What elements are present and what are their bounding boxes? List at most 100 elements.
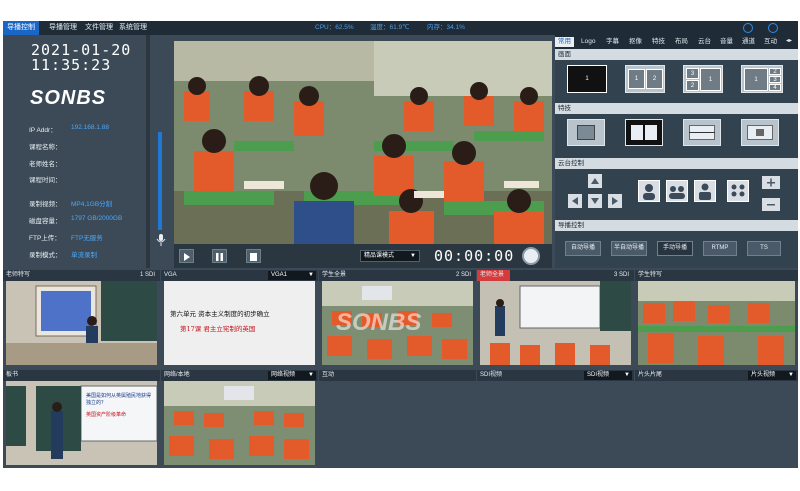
source-thumb-network[interactable]: 网络/本地 网络视频 ▼: [161, 370, 318, 468]
layout-cell: 4: [769, 84, 781, 91]
program-video[interactable]: [174, 41, 552, 244]
network-source-value: 网络视频: [271, 372, 296, 378]
sdi-source-value: SDI视频: [587, 372, 610, 378]
thumb-title: SDI视频: [480, 372, 503, 378]
layout-four[interactable]: 1 2 3 4: [741, 65, 783, 93]
ptz-up-button[interactable]: [588, 174, 602, 188]
thumb-title: 老师全景: [477, 270, 511, 281]
effect-fade-button[interactable]: [567, 119, 605, 146]
layout-single[interactable]: 1: [567, 65, 607, 93]
info-value: 1797 GB/2000GB: [71, 215, 123, 222]
chevron-down-icon: ▼: [624, 372, 630, 378]
tab-scroll-icon[interactable]: ◂▸: [786, 37, 792, 44]
playback-bar: 精品课模式 ▼ 00:00:00: [174, 244, 552, 268]
thumb-title: 网络/本地: [164, 372, 190, 378]
source-thumb-interactive[interactable]: 互动: [319, 370, 476, 468]
vga-source-select[interactable]: VGA1 ▼: [268, 271, 316, 280]
chevron-down-icon: ▼: [410, 253, 416, 259]
microphone-icon[interactable]: [156, 234, 166, 246]
timecode: 00:00:00: [434, 247, 515, 265]
top-bar: 导播控制 导播管理 文件管理 系统管理 CPU：62.5% 温度：61.9℃ 内…: [3, 21, 798, 35]
info-label: 磁盘容量：: [29, 218, 62, 225]
info-value: 192.168.1.88: [71, 124, 109, 131]
tab-logo[interactable]: Logo: [581, 37, 595, 47]
layout-cell: 3: [769, 76, 781, 83]
thumb-title: 板书: [6, 372, 19, 378]
menu-file-manage[interactable]: 文件管理: [81, 21, 117, 35]
tab-interactive[interactable]: 互动: [764, 37, 777, 47]
section-director: 导播控制: [555, 220, 798, 231]
pause-button[interactable]: [212, 249, 227, 263]
semi-auto-director-button[interactable]: 半自动导播: [611, 241, 647, 256]
zoom-in-button[interactable]: [762, 176, 780, 189]
mode-select[interactable]: 精品课模式 ▼: [360, 250, 420, 262]
layout-cell: 3: [686, 68, 699, 79]
layout-dual[interactable]: 1 2: [625, 65, 665, 93]
rtmp-button[interactable]: RTMP: [703, 241, 737, 256]
brand-logo: SONBS: [30, 87, 107, 109]
clock-time: 11:35:23: [31, 56, 112, 74]
info-value: 单流录制: [71, 252, 97, 259]
sdi-source-select[interactable]: SDI视频 ▼: [584, 371, 632, 380]
vga-source-value: VGA1: [271, 272, 288, 278]
manual-director-button[interactable]: 手动导播: [657, 241, 693, 256]
network-source-select[interactable]: 网络视频 ▼: [268, 371, 316, 380]
tab-layout[interactable]: 布局: [675, 37, 688, 47]
info-label: 录制模式：: [29, 252, 62, 259]
tab-ptz[interactable]: 云台: [698, 37, 711, 47]
stop-button[interactable]: [246, 249, 261, 263]
section-ptz: 云台控制: [555, 158, 798, 169]
tab-subtitle[interactable]: 字幕: [606, 37, 619, 47]
source-thumb-sdi[interactable]: SDI视频 SDI视频 ▼: [477, 370, 634, 468]
ptz-preset-class-icon[interactable]: [727, 180, 749, 202]
menu-system-manage[interactable]: 系统管理: [115, 21, 151, 35]
audio-level-meter: [158, 132, 162, 230]
chevron-down-icon: ▼: [308, 372, 314, 378]
auto-director-button[interactable]: 自动导播: [565, 241, 601, 256]
slide-text: 英国资产阶级革命: [86, 412, 127, 418]
source-thumb-student-closeup[interactable]: 学生特写: [635, 270, 798, 368]
tab-common[interactable]: 常用: [555, 37, 574, 47]
record-icon[interactable]: [522, 247, 540, 265]
ptz-preset-group-icon[interactable]: [666, 180, 688, 202]
source-thumb-student-panorama[interactable]: 学生全景 2 SDI SONBS: [319, 270, 476, 368]
effect-wipe-horizontal-button[interactable]: [625, 119, 663, 146]
info-icon[interactable]: [743, 23, 753, 33]
tab-channel[interactable]: 通道: [742, 37, 755, 47]
left-info-panel: 2021-01-20 11:35:23 SONBS IP Addr： 192.1…: [3, 35, 146, 268]
thumb-source: 1 SDI: [139, 272, 155, 278]
tab-keying[interactable]: 抠像: [629, 37, 642, 47]
section-layout: 画面: [555, 49, 798, 60]
play-button[interactable]: [179, 249, 194, 263]
menu-director-manage[interactable]: 导播管理: [45, 21, 81, 35]
source-thumb-vga[interactable]: VGA VGA1 ▼ 第六单元 资本主义制度的初步确立 第17课 君主立宪制的英国: [161, 270, 318, 368]
ptz-preset-single-person-icon[interactable]: [638, 180, 660, 202]
intro-source-select[interactable]: 片头视频 ▼: [748, 371, 796, 380]
ptz-right-button[interactable]: [608, 194, 622, 208]
source-thumb-intro-outro[interactable]: 片头片尾 片头视频 ▼: [635, 370, 798, 468]
ptz-down-button[interactable]: [588, 194, 602, 208]
info-label: 老师姓名：: [29, 161, 62, 168]
source-thumb-blackboard[interactable]: 板书 美国是如何从英属殖民地获得独立的？ 英国资产阶级革命: [3, 370, 160, 468]
source-thumb-teacher-closeup[interactable]: 老师特写 1 SDI: [3, 270, 160, 368]
layout-cell: 1: [568, 66, 606, 92]
info-label: FTP上传：: [29, 235, 61, 242]
layout-three[interactable]: 3 2 1: [683, 65, 723, 93]
effect-wipe-vertical-button[interactable]: [683, 119, 721, 146]
power-icon[interactable]: [768, 23, 778, 33]
layout-cell: 1: [700, 68, 721, 91]
tab-effects[interactable]: 特技: [652, 37, 665, 47]
tab-volume[interactable]: 音量: [720, 37, 733, 47]
info-value: MP4,1GB分割: [71, 201, 113, 208]
source-thumb-teacher-panorama[interactable]: 老师全景 3 SDI: [477, 270, 634, 368]
effect-zoom-button[interactable]: [741, 119, 779, 146]
mode-select-value: 精品课模式: [364, 253, 395, 259]
ptz-left-button[interactable]: [568, 194, 582, 208]
zoom-out-button[interactable]: [762, 198, 780, 211]
ts-button[interactable]: TS: [747, 241, 781, 256]
thumb-title: VGA: [164, 272, 177, 278]
section-effects: 特技: [555, 103, 798, 114]
temp-status: 温度：61.9℃: [370, 24, 410, 31]
ptz-preset-teacher-icon[interactable]: [694, 180, 716, 202]
menu-director-control[interactable]: 导播控制: [3, 21, 39, 35]
